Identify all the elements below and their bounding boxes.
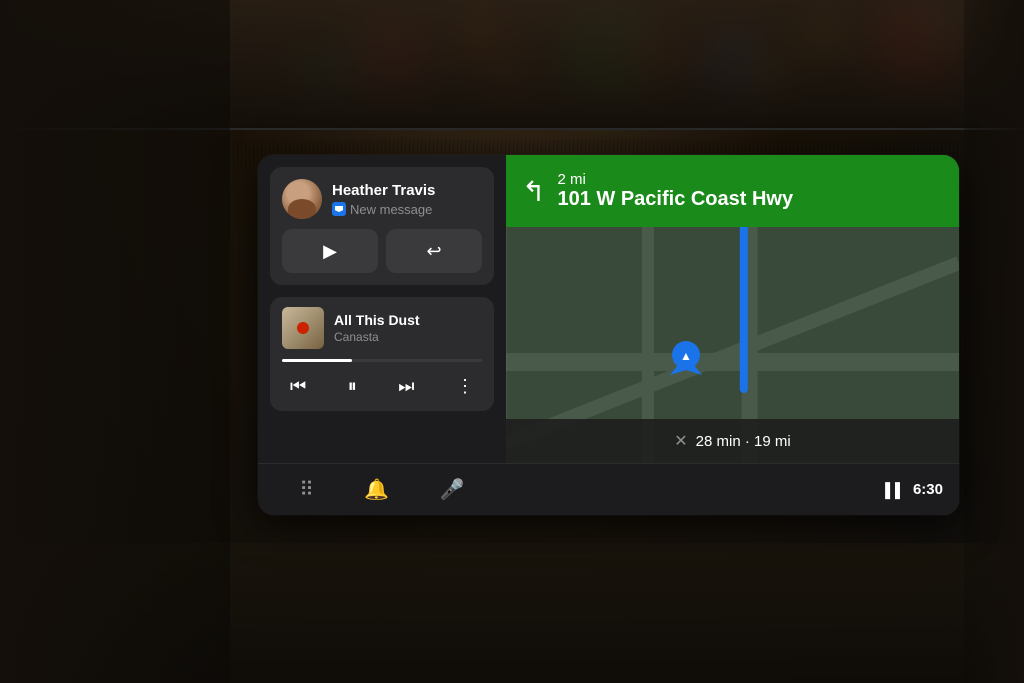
artist-name: Canasta: [334, 330, 482, 344]
more-options-button[interactable]: ⋮: [448, 372, 482, 401]
nav-road-name: 101 W Pacific Coast Hwy: [557, 188, 793, 211]
nav-turn-arrow: ↰: [522, 175, 545, 208]
avatar: [282, 179, 322, 219]
reply-icon: ↩: [426, 241, 441, 262]
song-title: All This Dust: [334, 312, 482, 328]
music-controls: ⏮ ⏸ ⏭ ⋮: [282, 372, 482, 401]
bottom-nav: ⠿ 🔔 🎤: [258, 463, 506, 515]
play-message-button[interactable]: ▶: [282, 229, 378, 273]
play-icon: ▶: [323, 241, 337, 262]
message-action-buttons: ▶ ↩: [282, 229, 482, 273]
android-auto-screen: Heather Travis New message ▶ ↩: [258, 155, 959, 515]
contact-name: Heather Travis: [332, 182, 482, 200]
message-icon: [332, 202, 346, 216]
avatar-image: [282, 179, 322, 219]
message-header: Heather Travis New message: [282, 179, 482, 219]
music-header: All This Dust Canasta: [282, 307, 482, 349]
album-art: [282, 307, 324, 349]
time-display: 6:30: [913, 481, 943, 498]
map-eta-bar: ✕ 28 min · 19 mi: [506, 419, 959, 463]
nav-info: 2 mi 101 W Pacific Coast Hwy: [557, 171, 793, 211]
message-preview-text: New message: [350, 202, 432, 217]
eta-info: 28 min · 19 mi: [696, 433, 791, 450]
svg-text:▲: ▲: [680, 349, 692, 363]
prev-track-button[interactable]: ⏮: [282, 372, 314, 401]
music-card: All This Dust Canasta ⏮ ⏸ ⏭ ⋮: [270, 297, 494, 411]
reply-message-button[interactable]: ↩: [386, 229, 482, 273]
apps-button[interactable]: ⠿: [291, 469, 322, 510]
progress-bar[interactable]: [282, 359, 482, 362]
next-track-button[interactable]: ⏭: [390, 372, 422, 401]
map-panel: ▲ ↰ 2 mi 101 W Pacific Coast Hwy ✕ 28 mi…: [506, 155, 959, 515]
message-preview: New message: [332, 202, 482, 217]
message-card: Heather Travis New message ▶ ↩: [270, 167, 494, 285]
pause-button[interactable]: ⏸: [340, 372, 365, 401]
message-info: Heather Travis New message: [332, 182, 482, 217]
dashboard-side-left: [0, 0, 230, 683]
dashboard-side-right: [964, 0, 1024, 683]
map-status-bar: ▌▌ 6:30: [506, 463, 959, 515]
progress-fill: [282, 359, 352, 362]
microphone-button[interactable]: 🎤: [432, 469, 473, 510]
left-panel: Heather Travis New message ▶ ↩: [258, 155, 506, 515]
eta-cancel-button[interactable]: ✕: [674, 431, 687, 451]
signal-icon: ▌▌: [885, 482, 905, 498]
music-info: All This Dust Canasta: [334, 312, 482, 344]
nav-distance: 2 mi: [557, 171, 793, 188]
notifications-button[interactable]: 🔔: [356, 469, 397, 510]
nav-header: ↰ 2 mi 101 W Pacific Coast Hwy: [506, 155, 959, 227]
